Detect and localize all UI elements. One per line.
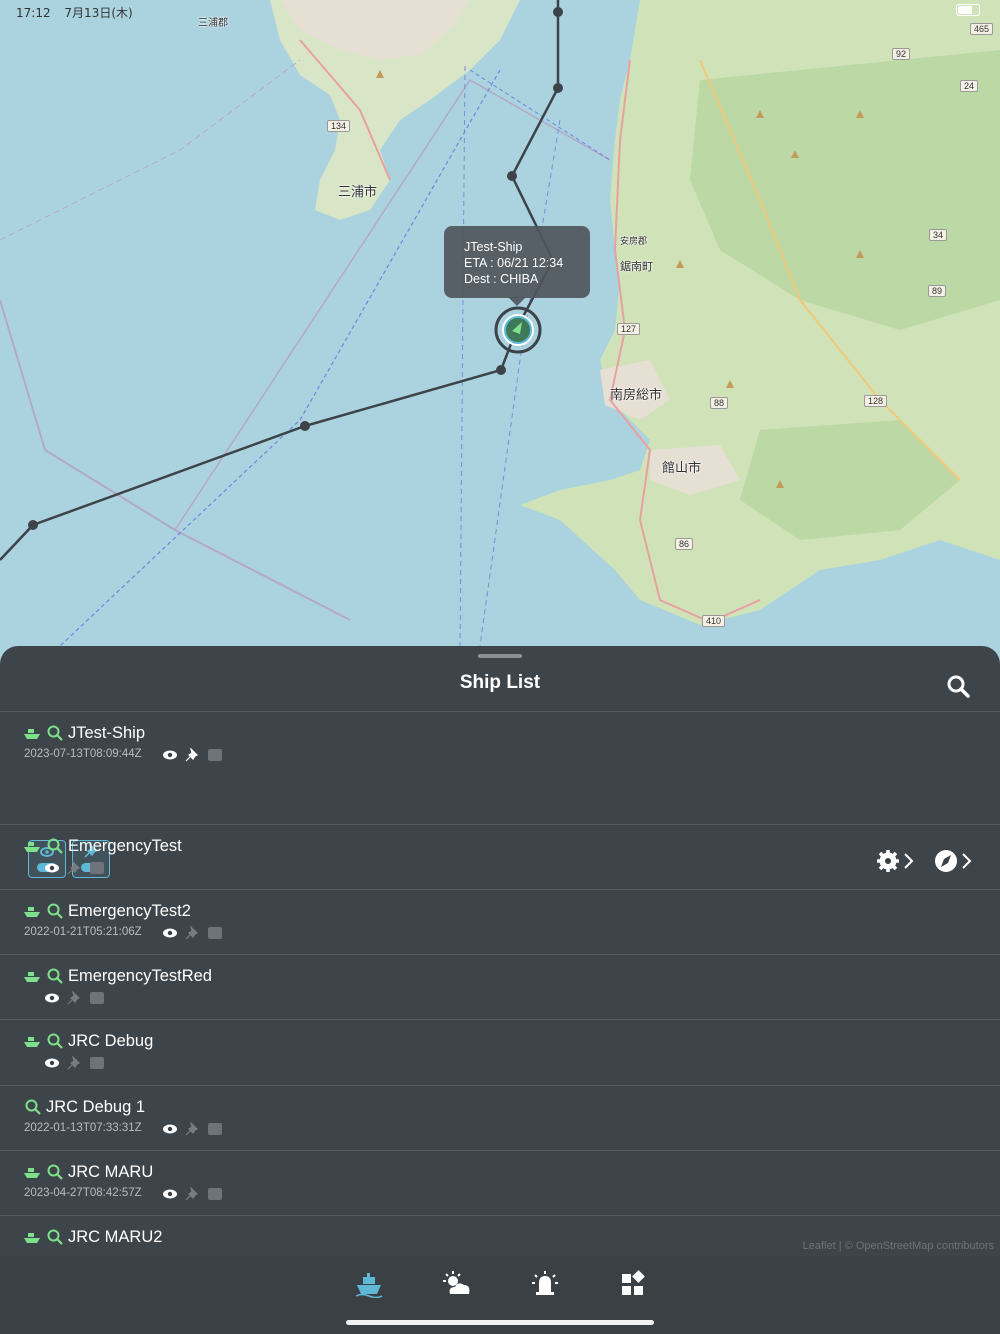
ship-flags [44,861,104,875]
road-marker: 24 [960,80,979,92]
ship-marker-icon[interactable] [492,304,544,356]
ais-icon [90,1057,104,1069]
eye-icon[interactable] [162,748,178,762]
ship-name: JRC Debug [68,1032,154,1050]
road-marker: 88 [710,397,729,409]
ship-list-item[interactable]: EmergencyTest2 2022-01-21T05:21:06Z [0,889,1000,955]
ship-timestamp: 2023-04-27T08:42:57Z [24,1187,142,1199]
tab-alarms[interactable] [530,1270,560,1298]
pin-icon[interactable] [67,861,83,875]
ship-name: JRC Debug 1 [46,1098,146,1116]
ship-flags [162,1122,222,1136]
eye-icon[interactable] [162,926,178,940]
ship-icon [24,1037,40,1047]
ais-icon [208,1188,222,1200]
city-label-minamiboso: 南房総市 [610,388,663,403]
status-time: 17:12 [16,6,51,20]
pin-icon[interactable] [185,1122,201,1136]
status-indicators [956,4,980,16]
locate-icon[interactable] [46,837,64,855]
road-marker: 128 [864,395,888,407]
status-bar: 17:12 7月13日(木) [16,4,133,21]
ship-flags [162,1187,222,1201]
pin-icon[interactable] [185,748,201,762]
tab-weather[interactable] [442,1270,472,1298]
road-marker: 34 [929,229,948,241]
ship-list-item[interactable]: JRC Debug [0,1019,1000,1086]
eye-icon[interactable] [44,861,60,875]
road-marker: 410 [702,615,726,627]
tab-dashboard[interactable] [618,1270,648,1298]
ship-name: JRC MARU [68,1163,154,1181]
ship-list-item[interactable]: JTest-Ship 2023-07-13T08:09:44Z [0,711,1000,878]
ship-icon [24,729,40,739]
ship-list-item[interactable]: EmergencyTestRed [0,954,1000,1020]
status-date: 7月13日(木) [64,6,133,20]
road-marker: 465 [970,23,994,35]
popup-destination: Dest : CHIBA [464,272,539,286]
panel-drag-handle[interactable] [478,654,522,658]
eye-icon[interactable] [44,991,60,1005]
ship-list-item[interactable]: JRC MARU 2023-04-27T08:42:57Z [0,1150,1000,1216]
panel-title: Ship List [459,672,541,693]
popup-ship-name: JTest-Ship [464,240,523,254]
ship-flags [162,926,222,940]
locate-icon[interactable] [46,1032,64,1050]
city-label-miura: 三浦市 [338,185,378,200]
road-marker: 127 [617,323,641,335]
ship-name: JTest-Ship [68,724,146,742]
ship-timestamp: 2023-07-13T08:09:44Z [24,748,142,760]
ais-icon [208,927,222,939]
ship-name: EmergencyTest [68,837,182,855]
search-icon[interactable] [946,674,970,698]
pin-icon[interactable] [67,991,83,1005]
ship-list-item[interactable]: EmergencyTest [0,824,1000,890]
ship-flags [44,991,104,1005]
ship-icon [24,1168,40,1178]
ship-list-panel: Ship List JTest-Ship 2023-07-13T08:09:44… [0,646,1000,1256]
ship-timestamp: 2022-01-13T07:33:31Z [24,1122,142,1134]
ship-name: EmergencyTest2 [68,902,191,920]
eye-icon[interactable] [162,1187,178,1201]
popup-eta: ETA : 06/21 12:34 [464,256,564,270]
road-marker: 92 [892,48,911,60]
locate-icon[interactable] [46,1163,64,1181]
ship-list-item[interactable]: JRC Debug 1 2022-01-13T07:33:31Z [0,1085,1000,1151]
city-label-kyonan: 鋸南町 [620,260,653,273]
ais-icon [90,862,104,874]
locate-icon[interactable] [46,967,64,985]
ship-flags [44,1056,104,1070]
road-marker: 89 [928,285,947,297]
pin-icon[interactable] [185,926,201,940]
ship-name: JRC MARU2 [68,1228,163,1246]
locate-icon[interactable] [46,1228,64,1246]
eye-icon[interactable] [162,1122,178,1136]
ais-icon [90,992,104,1004]
road-marker: 86 [675,538,694,550]
ship-flags [162,748,222,762]
city-label-miura-gun: 三浦郡 [198,18,228,29]
eye-icon[interactable] [44,1056,60,1070]
battery-icon [956,4,980,16]
locate-icon[interactable] [24,1098,42,1116]
ship-icon [24,972,40,982]
ship-timestamp: 2022-01-21T05:21:06Z [24,926,142,938]
ais-icon [208,749,222,761]
pin-icon[interactable] [67,1056,83,1070]
ais-icon [208,1123,222,1135]
home-indicator[interactable] [346,1320,654,1325]
ship-icon [24,1233,40,1243]
map-attribution[interactable]: Leaflet | © OpenStreetMap contributors [803,1240,994,1252]
ship-name: EmergencyTestRed [68,967,212,985]
locate-icon[interactable] [46,724,64,742]
city-label-awa: 安房郡 [620,237,648,247]
pin-icon[interactable] [185,1187,201,1201]
ship-icon [24,842,40,852]
tab-ships[interactable] [354,1270,384,1298]
locate-icon[interactable] [46,902,64,920]
road-marker: 134 [327,120,351,132]
ship-icon [24,907,40,917]
city-label-tateyama: 館山市 [662,461,702,476]
ship-info-popup[interactable]: JTest-Ship ETA : 06/21 12:34 Dest : CHIB… [444,226,590,306]
